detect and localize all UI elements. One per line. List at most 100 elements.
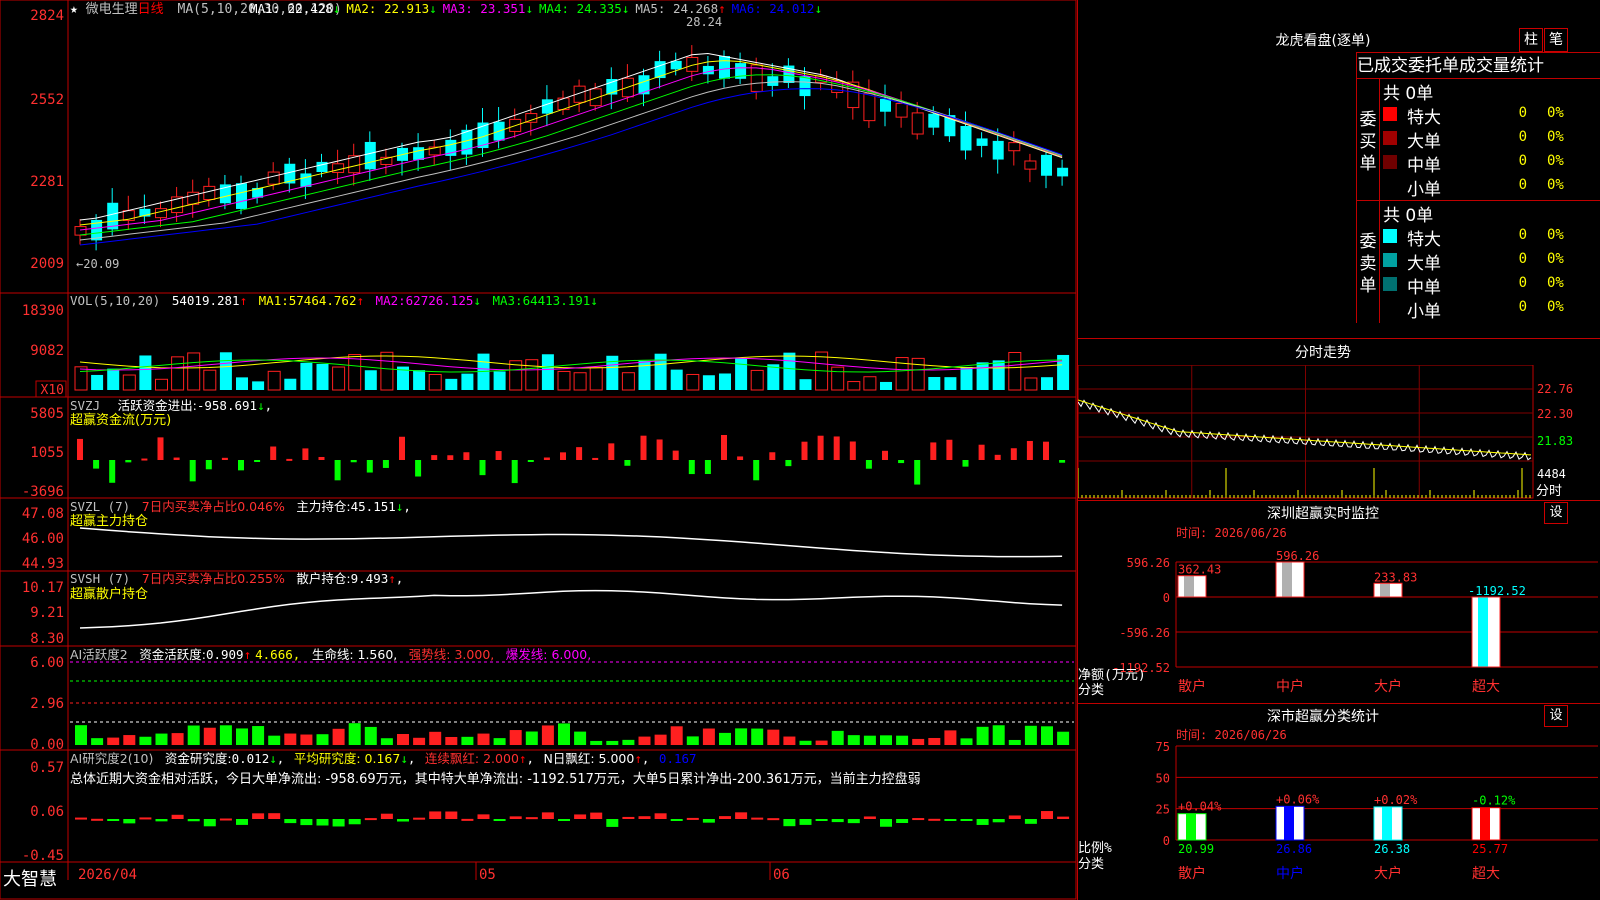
classify-time: 时间: 2026/06/26 xyxy=(1176,728,1287,742)
sz-monitor-chart: 596.26 0 -596.26 -1192.52 时间: 2026/06/26 净额(万… xyxy=(1078,526,1598,698)
research-bar xyxy=(445,811,458,819)
ai-activity-bars xyxy=(70,661,1074,745)
activity-bar xyxy=(332,728,345,745)
activity-bar xyxy=(735,728,748,745)
svsh-tick: 10.17 xyxy=(22,580,64,596)
fund-flow-bar xyxy=(737,456,744,460)
ma-line xyxy=(79,81,1063,241)
fund-flow-bar xyxy=(77,438,83,460)
volume-bars xyxy=(74,351,1070,391)
classify-bar-shade xyxy=(1186,813,1196,840)
research-bar xyxy=(558,819,570,821)
activity-bar xyxy=(139,736,152,745)
order-size-label: 大单 xyxy=(1407,254,1441,274)
research-bar xyxy=(831,819,844,823)
classify-change: +0.02% xyxy=(1374,793,1418,807)
fund-flow-bar xyxy=(946,439,953,460)
act-tick: 6.00 xyxy=(30,655,64,671)
monitor-bar-shade xyxy=(1380,583,1390,597)
fund-flow-bar xyxy=(1010,448,1017,460)
fund-flow-bar xyxy=(431,455,438,460)
monitor-bar-group xyxy=(1471,596,1501,668)
monitor-bar-label: 362.43 xyxy=(1178,563,1221,577)
fund-flow-bar xyxy=(350,460,357,463)
order-percent: 0% xyxy=(1547,227,1564,243)
sz-monitor-settings-button[interactable]: 设 xyxy=(1544,502,1568,524)
volume-bar xyxy=(1024,377,1038,391)
svsh-tick: 8.30 xyxy=(30,631,64,647)
fund-flow-bar xyxy=(608,443,615,460)
research-bar xyxy=(364,818,377,821)
svzj-tick: -3696 xyxy=(22,484,64,500)
monitor-bar-shade xyxy=(1478,597,1488,667)
ai-research-header: AI研究度2(10) 资金研究度:0.012↓, 平均研究度: 0.167↓, … xyxy=(70,751,697,766)
activity-bar xyxy=(590,740,603,745)
candle-down xyxy=(767,76,779,86)
ai-research-summary: 总体近期大资金相对活跃，今日大单净流出: -958.69万元，其中特大单净流出:… xyxy=(70,771,921,787)
classify-category: 中户 xyxy=(1276,865,1304,882)
research-bar xyxy=(735,812,748,819)
activity-bar xyxy=(525,731,538,745)
retail-holding-line xyxy=(79,589,1063,629)
research-bar xyxy=(670,819,683,821)
order-count: 0 xyxy=(1518,275,1527,291)
date-tick: 06 xyxy=(773,867,790,883)
order-count: 0 xyxy=(1518,299,1527,315)
research-bar xyxy=(654,813,667,819)
fund-flow-bar xyxy=(672,450,679,460)
svsh-subtitle: 超赢散户持仓 xyxy=(70,586,148,602)
research-bar xyxy=(928,818,941,821)
low-annotation: ←20.09 xyxy=(76,257,119,271)
order-percent: 0% xyxy=(1547,129,1564,145)
volume-bar xyxy=(91,374,104,390)
intraday-tick: 22.76 xyxy=(1537,382,1573,396)
svsh-header: SVSH (7) 7日内买卖净占比0.255% 散户持仓:9.493↑, xyxy=(70,571,403,586)
research-bar xyxy=(413,817,426,820)
volume-bar xyxy=(880,381,892,390)
activity-bar xyxy=(219,725,232,745)
svzj-header: SVZJ 活跃资金进出:-958.691↓, xyxy=(70,398,272,413)
candle-up xyxy=(203,185,216,200)
monitor-bar-shade xyxy=(1184,575,1194,597)
main-kline-chart[interactable]: ★ 微电生理日线 MA(5,10,20,30,60,120) MA1: 22.4… xyxy=(0,0,1077,900)
volume-bar xyxy=(911,357,925,391)
activity-bar xyxy=(509,730,522,745)
color-swatch xyxy=(1383,277,1397,291)
activity-bar xyxy=(316,734,329,745)
volume-bar xyxy=(122,374,136,391)
research-bar xyxy=(751,817,764,820)
monitor-bar-label: -1192.52 xyxy=(1468,584,1526,598)
fund-flow-bar xyxy=(286,458,293,461)
fund-flow-bar xyxy=(592,457,599,460)
tick-mode-button[interactable]: 笔 xyxy=(1544,28,1568,52)
bar-mode-button[interactable]: 柱 xyxy=(1519,28,1543,52)
candle-up xyxy=(911,112,924,135)
fund-flow-bar xyxy=(270,446,277,460)
svsh-line xyxy=(79,589,1063,629)
classify-tick: 50 xyxy=(1156,771,1170,785)
candle-up xyxy=(267,171,280,185)
fund-flow-bar xyxy=(560,452,566,460)
candle-up xyxy=(74,226,87,236)
order-size-label: 小单 xyxy=(1407,180,1441,200)
intraday-chart[interactable]: 22.76 22.30 21.83 4484 分时 xyxy=(1078,365,1600,500)
color-swatch xyxy=(1383,253,1397,267)
classify-bar-group xyxy=(1275,805,1305,841)
monitor-category: 散户 xyxy=(1178,678,1206,695)
volume-bar xyxy=(74,366,88,391)
volume-bar xyxy=(236,377,248,390)
buy-section: 委买单 共 0单 特大 0 0% 大单 0 0% 中单 0 0% 小单 0 0% xyxy=(1356,78,1600,201)
research-bar xyxy=(606,819,619,827)
research-bar xyxy=(348,819,361,825)
research-bar xyxy=(960,819,973,821)
svzj-bars xyxy=(77,435,1066,485)
order-percent: 0% xyxy=(1547,153,1564,169)
price-tick: 2824 xyxy=(30,8,64,24)
research-bar xyxy=(187,819,200,822)
divider xyxy=(1379,201,1380,323)
color-swatch xyxy=(1383,229,1397,243)
activity-bar xyxy=(751,728,764,745)
fund-flow-bar xyxy=(527,460,534,462)
monitor-bar-shade xyxy=(1282,562,1292,597)
svzl-header: SVZL (7) 7日内买卖净占比0.046% 主力持仓:45.151↓, xyxy=(70,499,411,514)
